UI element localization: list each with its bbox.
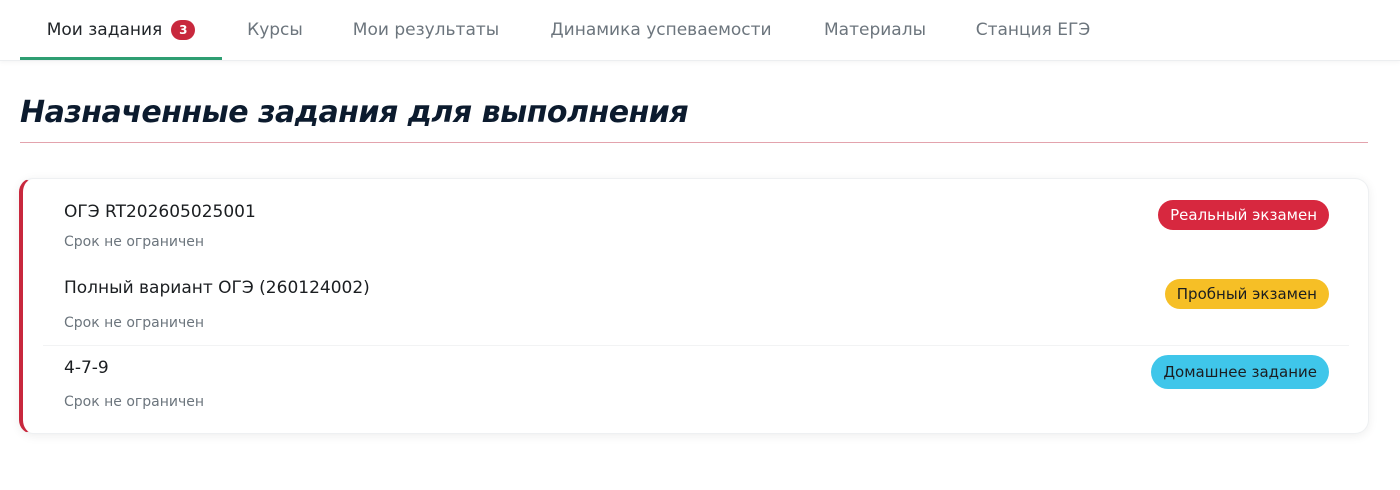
assignment-name: ОГЭ RT202605025001 xyxy=(64,202,256,222)
assignment-deadline: Срок не ограничен xyxy=(64,234,205,250)
tab-materials-label: Материалы xyxy=(824,20,926,40)
assignments-card: ОГЭ RT202605025001 Срок не ограничен Реа… xyxy=(19,178,1369,434)
assignment-row[interactable]: 4-7-9 Срок не ограничен Домашнее задание xyxy=(23,345,1369,433)
page-title: Назначенные задания для выполнения xyxy=(20,95,689,130)
tab-ege-station-label: Станция ЕГЭ xyxy=(975,20,1091,40)
tab-progress-dynamics[interactable]: Динамика успеваемости xyxy=(538,0,784,60)
tab-my-tasks[interactable]: Мои задания 3 xyxy=(20,0,222,60)
tab-courses[interactable]: Курсы xyxy=(233,0,317,60)
assignment-deadline: Срок не ограничен xyxy=(64,315,205,331)
tab-progress-dynamics-label: Динамика успеваемости xyxy=(550,20,772,40)
tab-my-tasks-label: Мои задания xyxy=(46,20,163,40)
tab-materials[interactable]: Материалы xyxy=(810,0,940,60)
tasks-count-badge: 3 xyxy=(171,20,196,40)
top-navigation: Мои задания 3 Курсы Мои результаты Динам… xyxy=(0,0,1400,61)
assignment-type-badge: Реальный экзамен xyxy=(1158,200,1329,230)
assignment-type-badge: Домашнее задание xyxy=(1151,355,1329,389)
assignment-name: Полный вариант ОГЭ (260124002) xyxy=(64,278,370,298)
assignment-type-badge: Пробный экзамен xyxy=(1164,279,1329,309)
tab-my-results-label: Мои результаты xyxy=(352,20,500,40)
tab-my-results[interactable]: Мои результаты xyxy=(340,0,512,60)
assignment-name: 4-7-9 xyxy=(64,358,109,378)
assignment-row[interactable]: ОГЭ RT202605025001 Срок не ограничен Реа… xyxy=(23,179,1369,263)
tab-courses-label: Курсы xyxy=(247,20,303,40)
assignment-row[interactable]: Полный вариант ОГЭ (260124002) Срок не о… xyxy=(23,263,1369,345)
title-divider xyxy=(20,142,1368,143)
tab-ege-station[interactable]: Станция ЕГЭ xyxy=(964,0,1102,60)
assignment-deadline: Срок не ограничен xyxy=(64,394,205,410)
